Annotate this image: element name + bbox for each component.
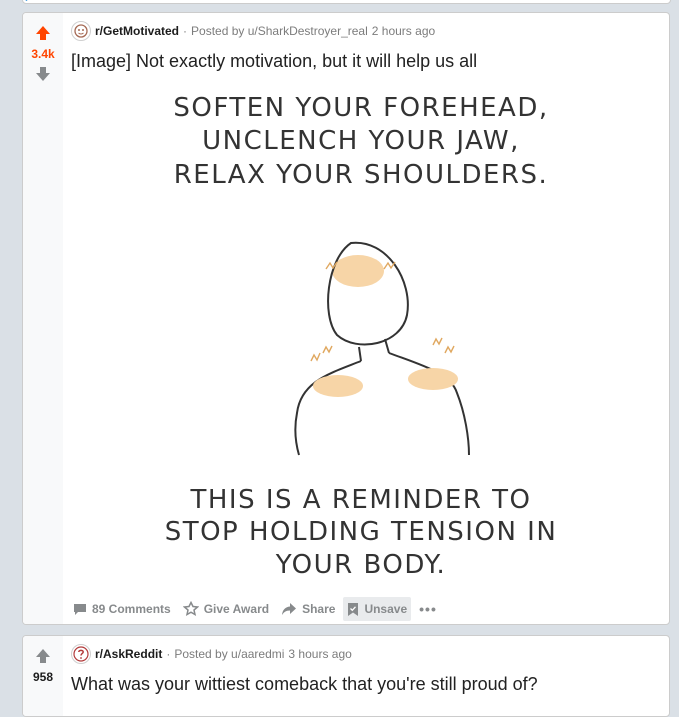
- award-icon: [182, 601, 199, 616]
- subreddit-avatar[interactable]: [71, 21, 91, 41]
- share-icon: [282, 603, 297, 615]
- give-award-label: Give Award: [203, 602, 270, 616]
- image-text-line: STOP HOLDING TENSION IN: [165, 517, 558, 547]
- image-text-line: UNCLENCH YOUR JAW,: [202, 126, 520, 156]
- downvote-icon[interactable]: [34, 65, 52, 83]
- separator-dot: ·: [166, 647, 171, 661]
- image-text-line: RELAX YOUR SHOULDERS.: [174, 160, 549, 190]
- give-award-button[interactable]: Give Award: [179, 597, 273, 621]
- subreddit-link[interactable]: r/AskReddit: [95, 647, 162, 661]
- robot-icon: [74, 24, 88, 38]
- question-mark-icon: [73, 646, 89, 662]
- comment-icon: [74, 604, 86, 615]
- chevron-icon: ◀: [21, 0, 29, 2]
- post-time[interactable]: 2 hours ago: [372, 24, 435, 38]
- vote-score: 958: [32, 670, 54, 684]
- comments-label: 89 Comments: [92, 602, 171, 616]
- upvote-icon[interactable]: [34, 647, 52, 665]
- separator-dot: ·: [183, 24, 188, 38]
- author-link[interactable]: Posted by u/aaredmi: [174, 647, 284, 661]
- author-link[interactable]: Posted by u/SharkDestroyer_real: [191, 24, 368, 38]
- subreddit-link[interactable]: r/GetMotivated: [95, 24, 179, 38]
- image-text-line: YOUR BODY.: [275, 550, 447, 580]
- image-text-line: SOFTEN YOUR FOREHEAD,: [173, 93, 548, 123]
- post-meta: r/GetMotivated · Posted by u/SharkDestro…: [71, 21, 435, 41]
- image-text-line: THIS IS A REMINDER TO: [189, 485, 531, 515]
- comments-button[interactable]: 89 Comments: [69, 597, 175, 621]
- post-card[interactable]: 3.4k r/GetMotivated · Posted by u/SharkD…: [22, 12, 670, 625]
- tension-reminder-illustration: SOFTEN YOUR FOREHEAD, UNCLENCH YOUR JAW,…: [165, 93, 558, 580]
- upvote-icon[interactable]: [34, 24, 52, 42]
- share-button[interactable]: Share: [277, 597, 339, 621]
- post-time[interactable]: 3 hours ago: [288, 647, 351, 661]
- post-actions: 89 Comments Give Award Share Unsave •••: [69, 596, 445, 622]
- previous-post-edge: ◀: [21, 0, 671, 4]
- share-label: Share: [302, 602, 336, 616]
- post-card[interactable]: 958 r/AskReddit · Posted by u/aaredmi 3 …: [22, 635, 670, 717]
- post-title[interactable]: [Image] Not exactly motivation, but it w…: [71, 51, 477, 72]
- vote-column: 958: [23, 636, 63, 716]
- subreddit-avatar[interactable]: [71, 644, 91, 664]
- post-image[interactable]: SOFTEN YOUR FOREHEAD, UNCLENCH YOUR JAW,…: [151, 83, 571, 588]
- vote-column: 3.4k: [23, 13, 63, 624]
- vote-score: 3.4k: [31, 47, 55, 61]
- unsave-button[interactable]: Unsave: [343, 597, 412, 621]
- post-meta: r/AskReddit · Posted by u/aaredmi 3 hour…: [71, 644, 352, 664]
- more-options-button[interactable]: •••: [415, 597, 441, 621]
- unsave-label: Unsave: [364, 602, 408, 616]
- bookmark-icon: [348, 602, 359, 616]
